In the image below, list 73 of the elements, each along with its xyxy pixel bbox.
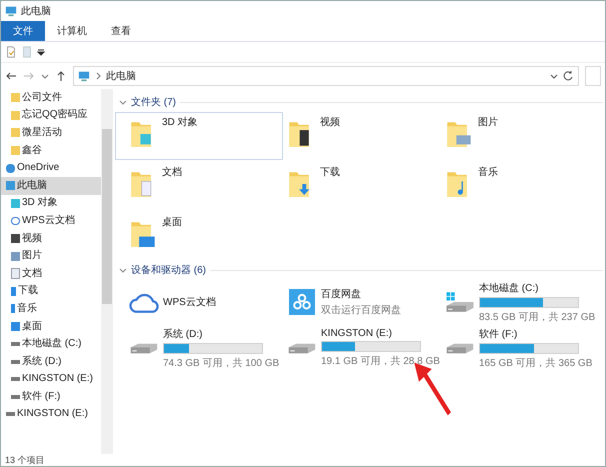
sidebar-item[interactable]: KINGSTON (E:) xyxy=(1,370,101,388)
device-name: KINGSTON (E:) xyxy=(321,328,393,339)
folder-name: 桌面 xyxy=(162,216,182,229)
sidebar-item[interactable]: 音乐 xyxy=(1,300,101,318)
drive-icon xyxy=(129,342,159,354)
item-count: 13 个项目 xyxy=(5,454,45,466)
device-subtitle: 双击运行百度网盘 xyxy=(321,304,402,317)
forward-arrow-icon[interactable] xyxy=(23,70,35,82)
dropdown-caret-icon[interactable] xyxy=(37,48,45,56)
capacity-text: 19.1 GB 可用，共 28.8 GB xyxy=(321,354,441,368)
folder-name: 3D 对象 xyxy=(162,116,198,129)
folder-name: 音乐 xyxy=(478,166,498,179)
capacity-text: 165 GB 可用，共 365 GB xyxy=(479,356,594,370)
up-arrow-icon[interactable] xyxy=(55,70,67,82)
sidebar-item[interactable]: 视频 xyxy=(1,230,101,248)
section-heading: 设备和驱动器 (6) xyxy=(131,264,206,277)
sidebar-item[interactable]: 软件 (F:) xyxy=(1,388,101,406)
properties-icon[interactable] xyxy=(5,46,17,58)
sidebar-item[interactable]: 本地磁盘 (C:) xyxy=(1,335,101,353)
computer-icon xyxy=(5,5,17,17)
folder-name: 文档 xyxy=(162,166,182,179)
recent-caret-icon[interactable] xyxy=(41,72,49,80)
app-logo-icon xyxy=(287,289,317,315)
section-heading: 文件夹 (7) xyxy=(131,96,176,109)
sidebar-item[interactable]: 鑫谷 xyxy=(1,142,101,160)
refresh-icon[interactable] xyxy=(562,70,574,82)
chevron-icon xyxy=(94,72,102,80)
drive-icon xyxy=(445,342,475,354)
folder-name: 视频 xyxy=(320,116,340,129)
sidebar-item[interactable]: 忘记QQ密码应 xyxy=(1,106,101,124)
device-name: 本地磁盘 (C:) xyxy=(479,282,540,294)
ribbon-tab[interactable]: 查看 xyxy=(99,21,143,41)
address-path: 此电脑 xyxy=(106,70,136,83)
folder-name: 下载 xyxy=(320,166,340,179)
sidebar-item[interactable]: 下载 xyxy=(1,282,101,300)
sidebar-item[interactable]: 公司文件 xyxy=(1,89,101,107)
sidebar-item[interactable]: 桌面 xyxy=(1,318,101,336)
back-arrow-icon[interactable] xyxy=(5,70,17,82)
address-bar[interactable]: 此电脑 xyxy=(73,66,579,86)
drive-icon xyxy=(287,342,317,354)
device-tile[interactable]: 系统 (D:) 74.3 GB 可用，共 100 GB xyxy=(129,325,287,371)
computer-icon xyxy=(78,70,90,82)
sidebar-item[interactable]: 3D 对象 xyxy=(1,194,101,212)
collapse-caret-icon[interactable] xyxy=(119,98,127,106)
device-tile[interactable]: 本地磁盘 (C:) 83.5 GB 可用，共 237 GB xyxy=(445,279,603,325)
device-tile[interactable]: KINGSTON (E:) 19.1 GB 可用，共 28.8 GB xyxy=(287,325,445,371)
sidebar-item[interactable]: KINGSTON (E:) xyxy=(1,406,101,424)
device-name: 系统 (D:) xyxy=(163,328,204,340)
capacity-text: 83.5 GB 可用，共 237 GB xyxy=(479,310,596,324)
folder-tile[interactable]: 3D 对象 xyxy=(115,112,283,160)
device-tile[interactable]: WPS云文档 xyxy=(129,279,287,325)
folder-name: 图片 xyxy=(478,116,498,129)
sidebar-item[interactable]: 此电脑 xyxy=(1,176,101,195)
capacity-text: 74.3 GB 可用，共 100 GB xyxy=(163,356,280,370)
device-tile[interactable]: 百度网盘 双击运行百度网盘 xyxy=(287,279,445,325)
device-name: 百度网盘 xyxy=(321,288,362,301)
search-field[interactable] xyxy=(585,66,601,86)
sidebar-item[interactable]: 文档 xyxy=(1,264,101,283)
sidebar-item[interactable]: 微星活动 xyxy=(1,124,101,142)
ribbon-tab[interactable]: 计算机 xyxy=(45,21,99,41)
ribbon-tab[interactable]: 文件 xyxy=(1,21,45,41)
dropdown-caret-icon[interactable] xyxy=(550,72,558,80)
device-name: 软件 (F:) xyxy=(479,328,518,340)
folder-tile[interactable]: 桌面 xyxy=(115,212,283,260)
collapse-caret-icon[interactable] xyxy=(119,266,127,274)
sidebar-item[interactable]: WPS云文档 xyxy=(1,212,101,230)
device-tile[interactable]: 软件 (F:) 165 GB 可用，共 365 GB xyxy=(445,325,603,371)
sidebar-item[interactable]: 图片 xyxy=(1,247,101,265)
sidebar-item[interactable]: OneDrive xyxy=(1,159,101,177)
window-title: 此电脑 xyxy=(21,4,51,18)
sidebar-item[interactable]: 系统 (D:) xyxy=(1,352,101,370)
scrollbar[interactable] xyxy=(101,89,113,454)
device-name: WPS云文档 xyxy=(163,296,217,309)
